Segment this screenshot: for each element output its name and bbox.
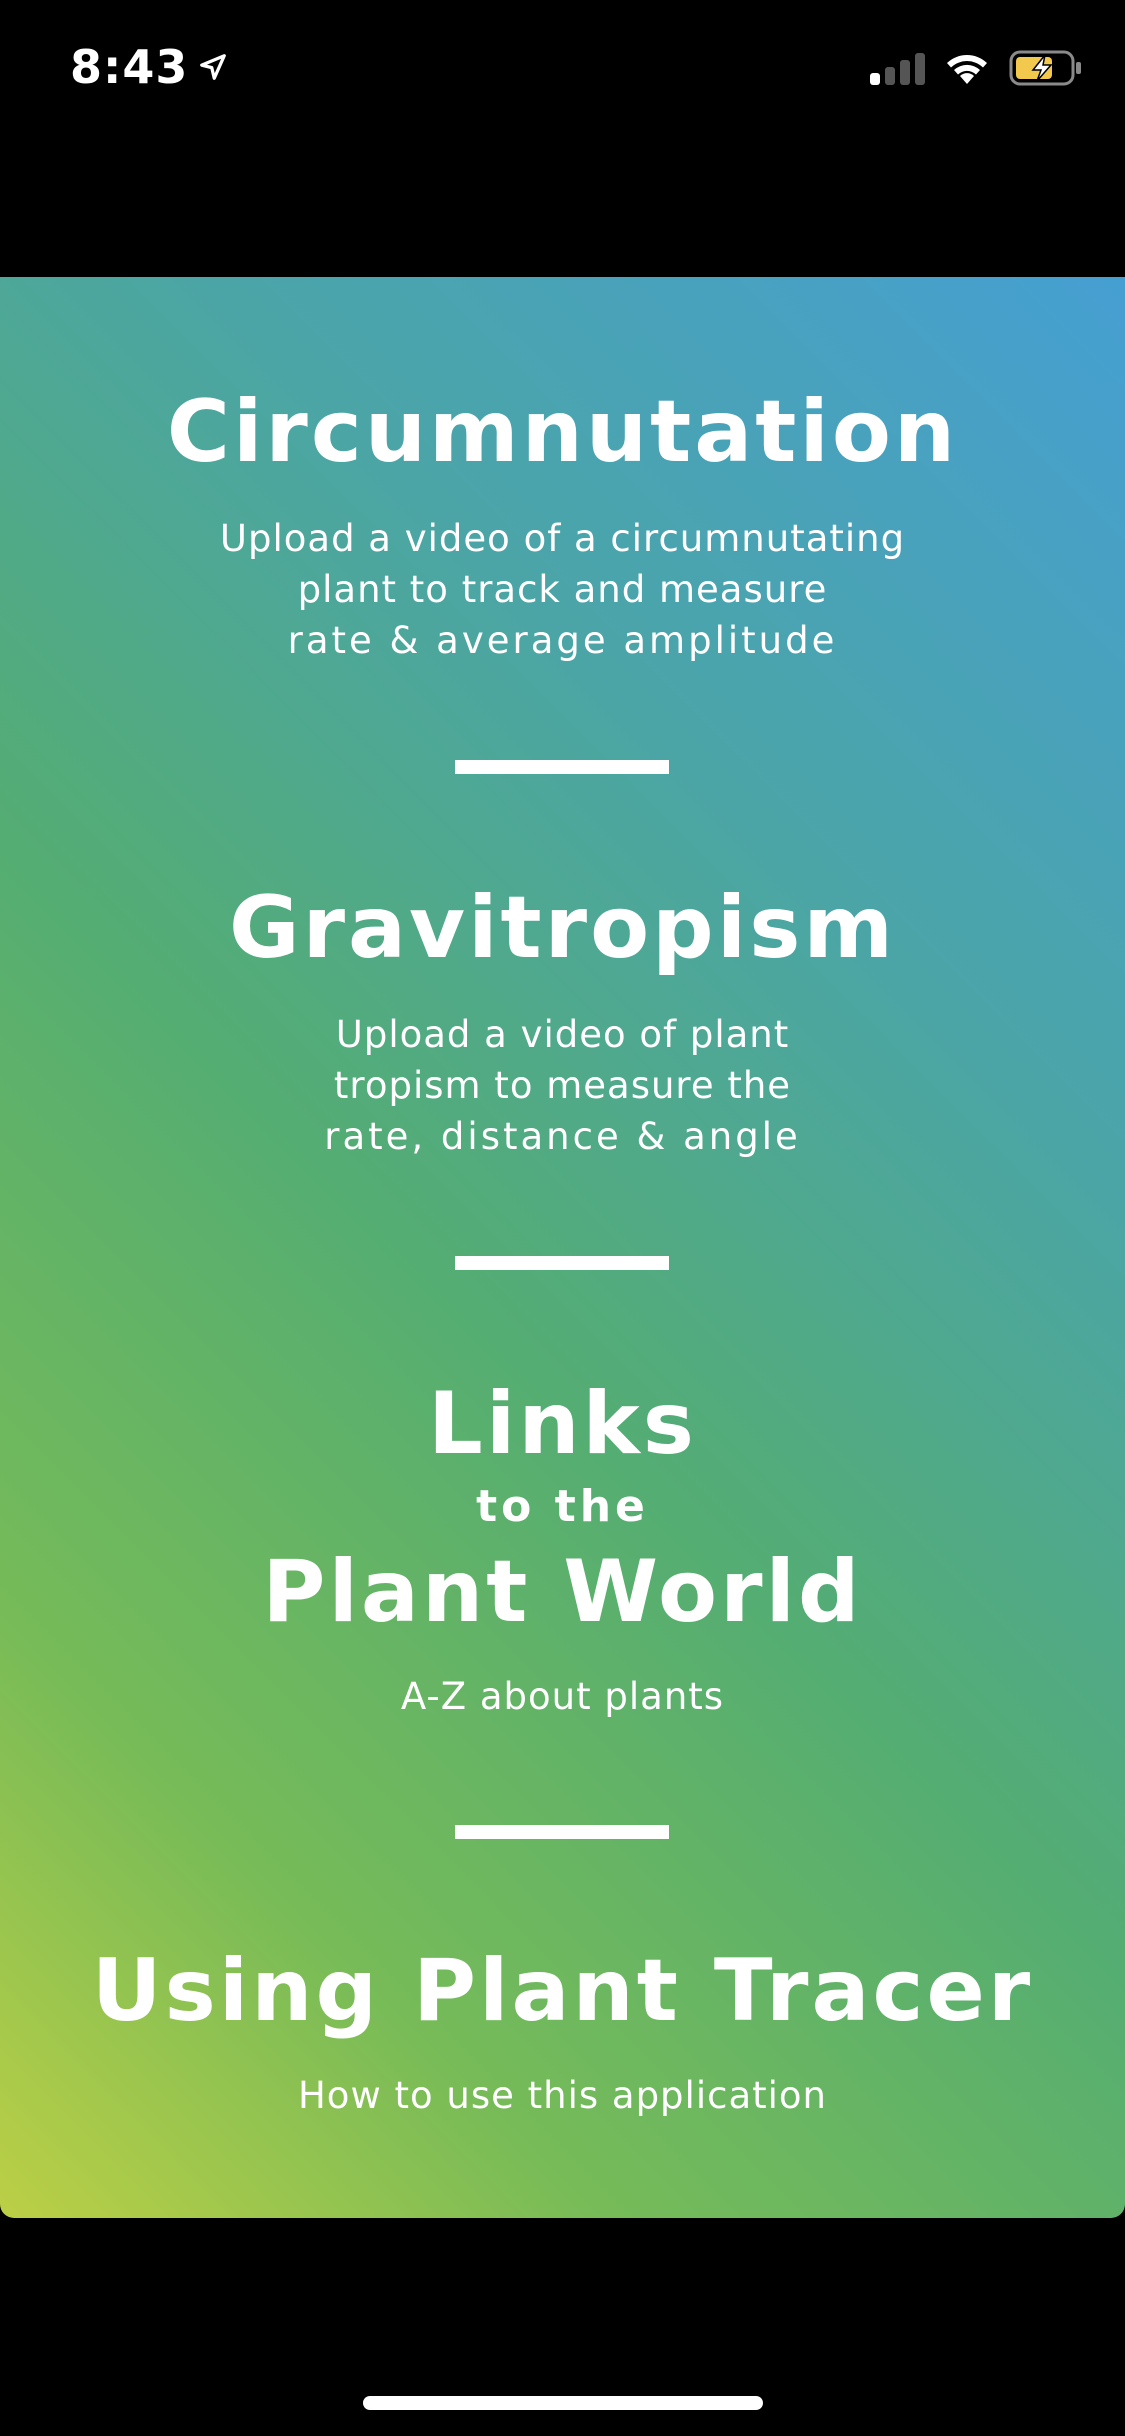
using-plant-tracer-title: Using Plant Tracer — [91, 1941, 1034, 2041]
wifi-icon — [945, 51, 989, 85]
divider — [455, 1825, 669, 1839]
circumnutation-card[interactable]: Circumnutation Upload a video of a circu… — [0, 389, 1125, 666]
battery-charging-icon — [1009, 50, 1083, 86]
divider — [455, 760, 669, 774]
circumnutation-desc-line-2: plant to track and measure — [297, 568, 828, 611]
links-title-line-2: to the — [476, 1481, 649, 1532]
gravitropism-title: Gravitropism — [228, 878, 897, 978]
status-time: 8:43 — [70, 40, 228, 94]
links-title-line-3: Plant World — [262, 1542, 863, 1642]
circumnutation-desc-line-3: rate & average amplitude — [287, 619, 838, 662]
home-indicator[interactable] — [363, 2396, 763, 2410]
gravitropism-desc-line-2: tropism to measure the — [333, 1064, 792, 1107]
circumnutation-description: Upload a video of a circumnutating plant… — [0, 513, 1125, 666]
using-plant-tracer-card[interactable]: Using Plant Tracer How to use this appli… — [0, 1948, 1125, 2121]
using-plant-tracer-description: How to use this application — [297, 2074, 827, 2117]
circumnutation-title: Circumnutation — [166, 382, 959, 482]
gravitropism-description: Upload a video of plant tropism to measu… — [0, 1009, 1125, 1162]
links-title-line-1: Links — [428, 1374, 697, 1474]
links-description: A-Z about plants — [400, 1675, 725, 1718]
circumnutation-desc-line-1: Upload a video of a circumnutating — [219, 517, 906, 560]
location-arrow-icon — [198, 52, 228, 82]
divider — [455, 1256, 669, 1270]
links-card[interactable]: Links to the Plant World A-Z about plant… — [0, 1381, 1125, 1722]
gravitropism-card[interactable]: Gravitropism Upload a video of plant tro… — [0, 885, 1125, 1162]
main-panel: Circumnutation Upload a video of a circu… — [0, 277, 1125, 2218]
status-bar: 8:43 — [0, 0, 1125, 140]
gravitropism-desc-line-3: rate, distance & angle — [324, 1115, 801, 1158]
status-icons — [870, 50, 1083, 86]
time-label: 8:43 — [70, 40, 189, 94]
cellular-signal-icon — [870, 51, 925, 85]
gravitropism-desc-line-1: Upload a video of plant — [335, 1013, 790, 1056]
